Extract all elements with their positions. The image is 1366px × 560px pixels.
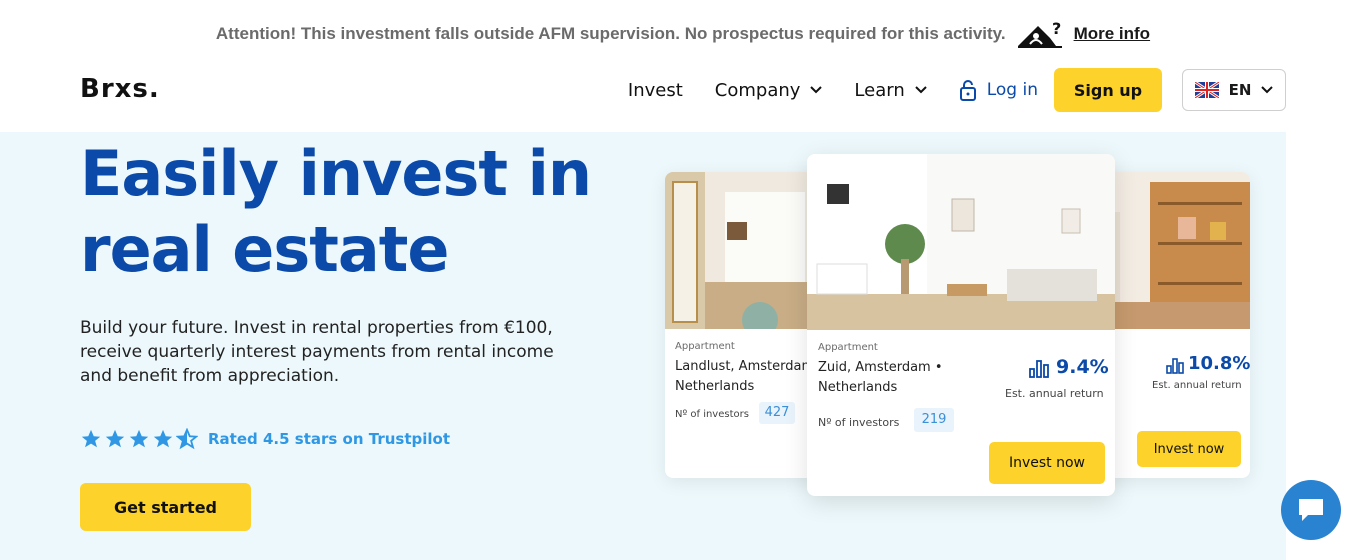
invest-now-button[interactable]: Invest now [989, 442, 1105, 484]
uk-flag-icon [1194, 82, 1219, 98]
bar-chart-icon [1029, 360, 1049, 378]
location-line1: Zuid, Amsterdam • [818, 360, 943, 375]
hero-title-line2: real estate [80, 213, 449, 286]
property-photo [807, 154, 1115, 330]
property-type: Appartment [675, 341, 735, 352]
annual-return-label: Est. annual return [1005, 387, 1104, 400]
property-card-zuid[interactable]: Appartment Zuid, Amsterdam • Netherlands… [807, 154, 1115, 496]
brxs-logo[interactable]: Brxs. [80, 74, 160, 104]
hero-description: Build your future. Invest in rental prop… [80, 318, 554, 386]
rating-text: Rated 4.5 stars on Trustpilot [208, 430, 450, 448]
location-line2: Netherlands [675, 379, 755, 394]
star-icon [153, 429, 173, 448]
hero-title: Easily invest in real estate [80, 136, 640, 288]
main-nav: Invest Company Learn Log in Sign up EN [628, 68, 1286, 112]
half-star-icon [176, 428, 198, 450]
lock-icon [959, 80, 976, 101]
property-location: Landlust, Amsterdam Netherlands [675, 357, 814, 397]
investors-count: 219 [914, 408, 954, 432]
site-header: Brxs. Invest Company Learn Log in Sign u… [0, 62, 1366, 132]
annual-return: 10.8% [1188, 353, 1250, 374]
star-icon [81, 429, 101, 448]
star-icon [105, 429, 125, 448]
nav-company-label: Company [714, 79, 801, 101]
investors-count: 427 [759, 402, 795, 424]
annual-return-label: Est. annual return [1152, 380, 1242, 391]
investors-label: Nº of investors [675, 409, 749, 420]
chat-launcher-button[interactable] [1281, 480, 1341, 540]
chevron-down-icon [810, 86, 823, 94]
location-line2: Netherlands [818, 380, 898, 395]
signup-button[interactable]: Sign up [1054, 68, 1162, 112]
property-type: Appartment [818, 342, 878, 353]
nav-company[interactable]: Company [715, 80, 823, 101]
investors-label: Nº of investors [818, 416, 900, 429]
annual-return: 9.4% [1056, 356, 1109, 378]
more-info-link[interactable]: More info [1074, 24, 1151, 44]
regulatory-notice: Attention! This investment falls outside… [0, 0, 1366, 68]
login-link[interactable]: Log in [959, 79, 1038, 101]
nav-invest-label: Invest [627, 79, 683, 101]
hero-section: Easily invest in real estate Build your … [0, 132, 1286, 560]
login-label: Log in [986, 80, 1038, 100]
nav-learn-label: Learn [854, 79, 905, 101]
invest-now-button[interactable]: Invest now [1137, 431, 1241, 467]
nav-invest[interactable]: Invest [628, 80, 683, 101]
trustpilot-rating[interactable]: Rated 4.5 stars on Trustpilot [80, 428, 450, 450]
language-code: EN [1228, 81, 1252, 99]
get-started-button[interactable]: Get started [80, 483, 251, 531]
chevron-down-icon [1261, 86, 1274, 94]
svg-text:?: ? [1052, 20, 1061, 38]
nav-learn[interactable]: Learn [854, 79, 927, 101]
warning-person-icon: ? [1017, 20, 1062, 48]
rating-stars [80, 428, 198, 450]
hero-title-line1: Easily invest in [80, 137, 592, 210]
star-icon [129, 429, 149, 448]
chevron-down-icon [915, 86, 927, 94]
location-line1: Landlust, Amsterdam [675, 359, 815, 374]
notice-text: Attention! This investment falls outside… [215, 24, 1006, 43]
chat-bubble-icon [1299, 499, 1323, 521]
bar-chart-icon [1166, 358, 1184, 374]
language-selector[interactable]: EN [1182, 69, 1286, 111]
property-location: Zuid, Amsterdam • Netherlands [818, 358, 943, 398]
